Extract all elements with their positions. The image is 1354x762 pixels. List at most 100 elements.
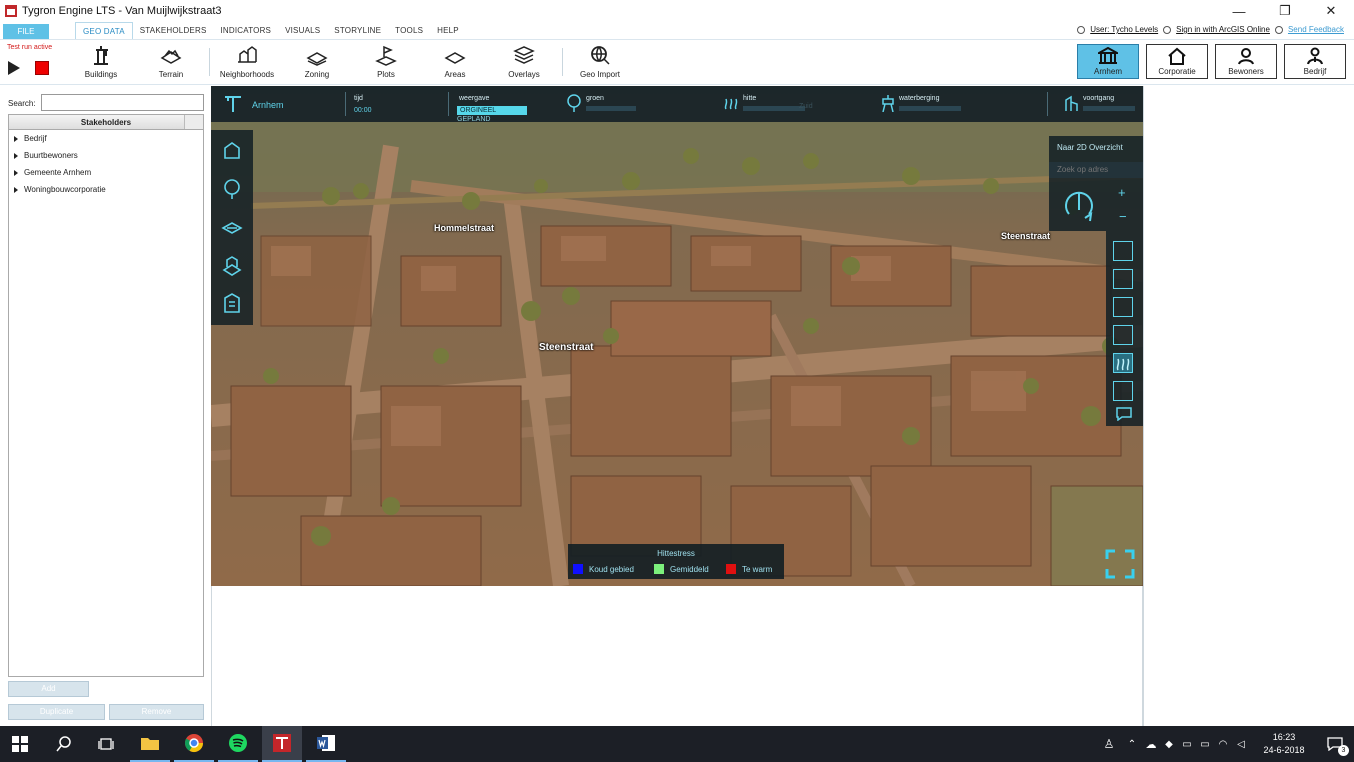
heat-overlay-icon[interactable] xyxy=(1113,353,1133,373)
spotify-taskbar[interactable] xyxy=(218,726,258,762)
overlays-button[interactable]: Overlays xyxy=(492,44,556,79)
town-hall-icon xyxy=(1098,47,1118,64)
zoom-out-button[interactable]: − xyxy=(1119,209,1127,224)
tree-tool-icon[interactable] xyxy=(221,178,243,200)
tab-geo-data[interactable]: GEO DATA xyxy=(75,22,133,39)
tree-item-gemeente-arnhem[interactable]: Gemeente Arnhem xyxy=(9,164,203,181)
minimize-button[interactable]: — xyxy=(1216,0,1262,22)
tree-header[interactable]: Stakeholders xyxy=(9,115,203,130)
wifi-icon[interactable]: ◠ xyxy=(1214,739,1232,750)
stakeholder-search-input[interactable] xyxy=(41,94,204,111)
crane-icon xyxy=(94,46,108,65)
buildings-button[interactable]: Buildings xyxy=(69,44,133,79)
3d-map-viewport[interactable]: Arnhem tijd 00:00 weergave ORGINEEL GEPL… xyxy=(211,86,1143,586)
hud-divider xyxy=(448,92,449,116)
zoning-button[interactable]: Zoning xyxy=(285,44,349,79)
layers-overlay-icon[interactable] xyxy=(1113,325,1133,345)
expand-arrow-icon[interactable] xyxy=(14,186,18,193)
search-button[interactable] xyxy=(44,726,84,762)
satellite-overlay-icon[interactable] xyxy=(1113,269,1133,289)
hud-divider xyxy=(1047,92,1048,116)
building-tool-icon[interactable] xyxy=(221,140,243,162)
windows-logo-icon xyxy=(12,736,28,752)
send-feedback-link[interactable]: Send Feedback xyxy=(1288,25,1344,34)
dropbox-icon[interactable]: ◆ xyxy=(1160,739,1178,750)
geo-import-button[interactable]: Geo Import xyxy=(568,44,632,79)
tree-item-bedrijf[interactable]: Bedrijf xyxy=(9,130,203,147)
zoom-in-button[interactable]: + xyxy=(1118,185,1126,200)
areas-button[interactable]: Areas xyxy=(423,44,487,79)
plot-purchase-tool-icon[interactable] xyxy=(221,292,243,314)
neighborhoods-button[interactable]: Neighborhoods xyxy=(215,44,279,79)
indicator-groen[interactable]: groen xyxy=(566,86,686,122)
chrome-taskbar[interactable] xyxy=(174,726,214,762)
2d-overview-button[interactable]: Naar 2D Overzicht xyxy=(1057,143,1123,152)
tab-stakeholders[interactable]: STAKEHOLDERS xyxy=(133,22,214,39)
maximize-button[interactable]: ❐ xyxy=(1262,0,1308,22)
stakeholder-bewoners-button[interactable]: Bewoners xyxy=(1215,44,1277,79)
tree-item-buurtbewoners[interactable]: Buurtbewoners xyxy=(9,147,203,164)
task-view-icon xyxy=(98,738,114,750)
legend-swatch-cold xyxy=(573,564,583,574)
address-search-input[interactable] xyxy=(1049,162,1143,178)
billboard-overlay-icon[interactable] xyxy=(1113,297,1133,317)
stakeholder-arnhem-button[interactable]: Arnhem xyxy=(1077,44,1139,79)
onedrive-icon[interactable]: ☁ xyxy=(1142,738,1160,751)
spotify-icon xyxy=(229,734,247,752)
view-option-gepland[interactable]: GEPLAND xyxy=(457,116,490,123)
stop-button[interactable] xyxy=(35,61,49,75)
action-center-button[interactable]: 3 xyxy=(1318,726,1354,762)
water-drop-overlay-icon[interactable] xyxy=(1113,381,1133,401)
expand-arrow-icon[interactable] xyxy=(14,169,18,176)
volume-icon[interactable]: ◁ xyxy=(1232,739,1250,750)
start-button[interactable] xyxy=(0,726,40,762)
home-overlay-icon[interactable] xyxy=(1113,241,1133,261)
legend-label: Gemiddeld xyxy=(670,564,709,574)
chevron-up-icon[interactable]: ⌃ xyxy=(1122,739,1142,750)
file-menu-button[interactable]: FILE xyxy=(3,24,49,39)
clock[interactable]: 16:23 24-6-2018 xyxy=(1250,731,1318,757)
user-link[interactable]: User: Tycho Levels xyxy=(1090,25,1158,34)
tygron-taskbar[interactable] xyxy=(262,726,302,762)
globe-icon xyxy=(1163,25,1172,34)
indicator-hitte[interactable]: hitte Zuid xyxy=(723,86,853,122)
tab-storyline[interactable]: STORYLINE xyxy=(327,22,388,39)
add-button[interactable]: Add xyxy=(8,681,89,697)
stakeholder-bedrijf-button[interactable]: Bedrijf xyxy=(1284,44,1346,79)
play-button[interactable] xyxy=(8,61,20,75)
battery-icon[interactable]: ▭ xyxy=(1196,739,1214,750)
right-panel xyxy=(1143,86,1354,726)
tab-indicators[interactable]: INDICATORS xyxy=(213,22,278,39)
fullscreen-icon[interactable] xyxy=(1105,549,1135,579)
road-tool-icon[interactable] xyxy=(221,216,243,238)
expand-arrow-icon[interactable] xyxy=(14,152,18,159)
task-view-button[interactable] xyxy=(86,726,126,762)
chat-icon[interactable] xyxy=(1116,407,1132,421)
tab-visuals[interactable]: VISUALS xyxy=(278,22,327,39)
tab-tools[interactable]: TOOLS xyxy=(388,22,430,39)
tree-item-label: Gemeente Arnhem xyxy=(24,168,92,177)
compass-rotate-icon[interactable] xyxy=(1061,184,1097,224)
display-icon[interactable]: ▭ xyxy=(1178,739,1196,750)
demolish-tool-icon[interactable] xyxy=(221,254,243,276)
tree-item-woningbouwcorporatie[interactable]: Woningbouwcorporatie xyxy=(9,181,203,198)
heat-waves-icon xyxy=(724,98,738,110)
indicator-waterberging[interactable]: waterberging xyxy=(881,86,1021,122)
stakeholder-bedrijf-label: Bedrijf xyxy=(1303,67,1327,76)
duplicate-button[interactable]: Duplicate xyxy=(8,704,105,720)
map-tool-strip xyxy=(211,130,253,325)
close-button[interactable]: ✕ xyxy=(1308,0,1354,22)
people-icon[interactable]: ♙ xyxy=(1096,737,1122,751)
terrain-button[interactable]: Terrain xyxy=(139,44,203,79)
left-panel: Search: Stakeholders Bedrijf Buurtbewone… xyxy=(0,86,211,726)
file-explorer-taskbar[interactable] xyxy=(130,726,170,762)
tab-help[interactable]: HELP xyxy=(430,22,466,39)
remove-button[interactable]: Remove xyxy=(109,704,204,720)
view-option-origineel[interactable]: ORGINEEL xyxy=(457,106,527,115)
stakeholder-corporatie-button[interactable]: Corporatie xyxy=(1146,44,1208,79)
expand-arrow-icon[interactable] xyxy=(14,135,18,142)
arcgis-signin-link[interactable]: Sign in with ArcGIS Online xyxy=(1176,25,1270,34)
indicator-voortgang[interactable]: voortgang xyxy=(1064,86,1143,122)
word-taskbar[interactable] xyxy=(306,726,346,762)
plots-button[interactable]: Plots xyxy=(354,44,418,79)
